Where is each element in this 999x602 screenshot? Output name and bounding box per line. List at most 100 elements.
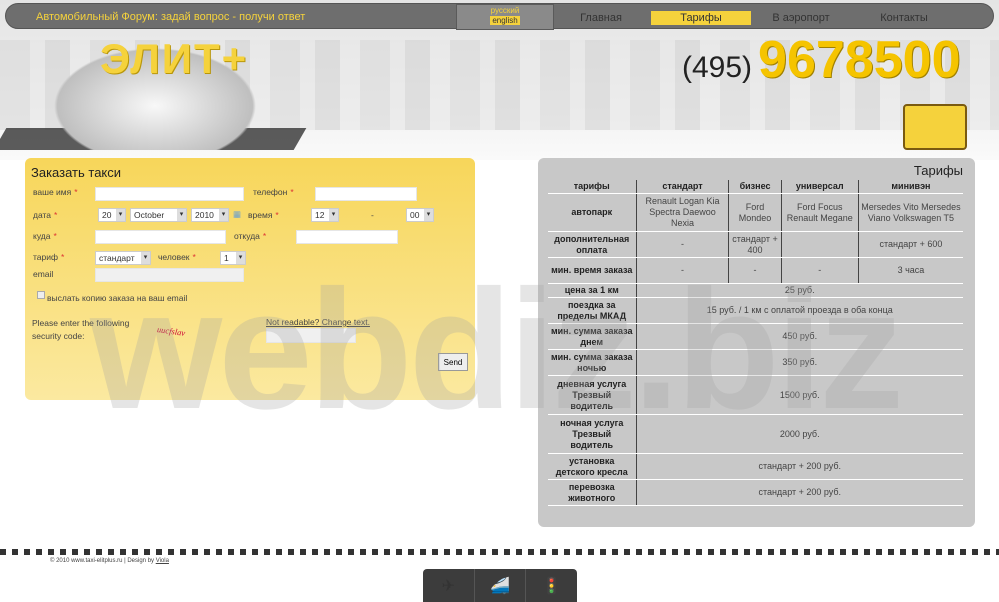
lang-english[interactable]: english bbox=[490, 16, 520, 25]
tariff-label: тариф * bbox=[33, 252, 65, 262]
table-cell: стандарт + 200 руб. bbox=[635, 453, 963, 480]
tariffs-panel: Тарифы тарифы стандарт бизнес универсал мини… bbox=[538, 158, 975, 527]
nav-tariffs[interactable]: Тарифы bbox=[651, 11, 751, 25]
copyright: © 2010 www.taxi-elitplus.ru | Design by … bbox=[50, 558, 169, 564]
row-label: ночная услуга Трезвый водитель bbox=[548, 414, 636, 454]
lang-russian[interactable]: русский bbox=[457, 6, 553, 15]
tariffs-title: Тарифы bbox=[913, 163, 963, 178]
table-cell: 350 руб. bbox=[635, 349, 963, 376]
row-label: дневная услуга Трезвый водитель bbox=[548, 375, 636, 415]
row-label: поездка за пределы МКАД bbox=[548, 297, 636, 324]
row-label: мин. сумма заказа ночью bbox=[548, 349, 636, 376]
captcha-image: uucfslav bbox=[156, 324, 186, 338]
table-cell: 2000 руб. bbox=[635, 414, 963, 454]
copy-label: выслать копию заказа на ваш email bbox=[47, 293, 188, 303]
day-select[interactable]: 20 bbox=[98, 208, 126, 222]
row-label: установка детского кресла bbox=[548, 453, 636, 480]
table-cell: - bbox=[635, 231, 729, 258]
table-cell: стандарт + 200 руб. bbox=[635, 479, 963, 506]
tariff-select[interactable]: стандарт bbox=[95, 251, 151, 265]
table-cell: Mersedes Vito Mersedes Viano Volkswagen … bbox=[857, 193, 963, 232]
nav-airport[interactable]: В аэропорт bbox=[751, 11, 851, 25]
year-select[interactable]: 2010 bbox=[191, 208, 229, 222]
to-label: куда * bbox=[33, 231, 57, 241]
row-label: дополнительная оплата bbox=[548, 231, 636, 258]
email-label: email bbox=[33, 269, 54, 279]
name-label: ваше имя * bbox=[33, 187, 78, 197]
captcha-label: Please enter the following security code… bbox=[32, 318, 130, 341]
nav-home[interactable]: Главная bbox=[551, 11, 651, 25]
designer-link[interactable]: Viola bbox=[156, 558, 169, 564]
row-label: автопарк bbox=[548, 193, 636, 232]
header-cell: бизнес bbox=[728, 180, 782, 194]
table-row: дневная услуга Трезвый водитель 1500 руб. bbox=[548, 375, 963, 415]
from-input[interactable] bbox=[296, 230, 398, 244]
header-cell: минивэн bbox=[857, 180, 963, 194]
header-cell: тарифы bbox=[548, 180, 636, 194]
forum-link[interactable]: Автомобильный Форум: задай вопрос - полу… bbox=[36, 11, 305, 23]
table-cell: - bbox=[635, 257, 729, 284]
table-row: ночная услуга Трезвый водитель 2000 руб. bbox=[548, 414, 963, 454]
logo: ЭЛИТ+ bbox=[100, 35, 249, 82]
nav-contacts[interactable]: Контакты bbox=[854, 11, 954, 25]
table-cell: 1500 руб. bbox=[635, 375, 963, 415]
table-header-row: тарифы стандарт бизнес универсал минивэн bbox=[548, 180, 963, 194]
from-label: откуда * bbox=[234, 231, 267, 241]
send-button[interactable]: Send bbox=[438, 353, 468, 371]
airport-icon[interactable]: ✈ bbox=[423, 569, 475, 602]
header-cell: универсал bbox=[780, 180, 859, 194]
train-icon[interactable]: 🚄 bbox=[475, 569, 527, 602]
traffic-light-icon[interactable]: 🚦 bbox=[526, 569, 577, 602]
row-label: перевозка животного bbox=[548, 479, 636, 506]
footer-dock: ✈ 🚄 🚦 bbox=[423, 569, 577, 602]
phone-number: (495) 9678500 bbox=[682, 31, 961, 89]
to-input[interactable] bbox=[95, 230, 226, 244]
table-cell: 3 часа bbox=[857, 257, 963, 284]
form-title: Заказать такси bbox=[31, 165, 122, 180]
time-label: время * bbox=[248, 210, 279, 220]
table-cell: стандарт + 600 bbox=[857, 231, 963, 258]
table-cell: - bbox=[780, 257, 859, 284]
change-captcha-link[interactable]: Not readable? Change text. bbox=[266, 317, 370, 327]
table-cell: Ford Focus Renault Megane bbox=[780, 193, 859, 232]
suitcase-icon bbox=[903, 104, 967, 150]
calendar-icon[interactable]: ▦ bbox=[233, 209, 241, 220]
email-input[interactable] bbox=[95, 268, 244, 282]
name-input[interactable] bbox=[95, 187, 244, 201]
header-banner: ЭЛИТ+ (495) 9678500 Автомобильный Форум: … bbox=[0, 0, 999, 160]
persons-label: человек * bbox=[158, 252, 196, 262]
table-cell bbox=[780, 231, 859, 258]
table-cell: 25 руб. bbox=[635, 283, 963, 298]
header-cell: стандарт bbox=[635, 180, 729, 194]
row-label: мин. время заказа bbox=[548, 257, 636, 284]
tariffs-table: тарифы стандарт бизнес универсал минивэн авто… bbox=[548, 180, 963, 506]
table-row: перевозка животного стандарт + 200 руб. bbox=[548, 479, 963, 506]
table-cell: 15 руб. / 1 км с оплатой проезда в оба к… bbox=[635, 297, 963, 324]
phone-input[interactable] bbox=[315, 187, 417, 201]
table-cell: стандарт + 400 bbox=[728, 231, 782, 258]
month-select[interactable]: October bbox=[130, 208, 187, 222]
time-separator: - bbox=[371, 210, 374, 220]
hour-select[interactable]: 12 bbox=[311, 208, 339, 222]
language-switcher: русский english bbox=[456, 4, 554, 30]
order-taxi-form: Заказать такси ваше имя * телефон * дата * … bbox=[25, 158, 475, 400]
date-label: дата * bbox=[33, 210, 58, 220]
table-cell: Renault Logan Kia Spectra Daewoo Nexia bbox=[635, 193, 729, 232]
table-row: мин. время заказа - - -3 часа bbox=[548, 257, 963, 284]
phone-label: телефон * bbox=[253, 187, 294, 197]
copy-checkbox[interactable] bbox=[37, 291, 45, 299]
table-cell: Ford Mondeo bbox=[728, 193, 782, 232]
table-row: автопарк Renault Logan Kia Spectra Daewoo… bbox=[548, 193, 963, 232]
table-row: мин. сумма заказа днем 450 руб. bbox=[548, 323, 963, 350]
row-label: цена за 1 км bbox=[548, 283, 636, 298]
table-row: установка детского кресла стандарт + 200 … bbox=[548, 453, 963, 480]
captcha-input[interactable] bbox=[266, 328, 356, 343]
row-label: мин. сумма заказа днем bbox=[548, 323, 636, 350]
minute-select[interactable]: 00 bbox=[406, 208, 434, 222]
table-row: цена за 1 км 25 руб. bbox=[548, 283, 963, 298]
table-row: дополнительная оплата - стандарт + 400 стан… bbox=[548, 231, 963, 258]
checker-divider bbox=[0, 543, 999, 555]
top-bar: Автомобильный Форум: задай вопрос - полу… bbox=[5, 3, 994, 30]
table-row: мин. сумма заказа ночью 350 руб. bbox=[548, 349, 963, 376]
persons-select[interactable]: 1 bbox=[220, 251, 246, 265]
